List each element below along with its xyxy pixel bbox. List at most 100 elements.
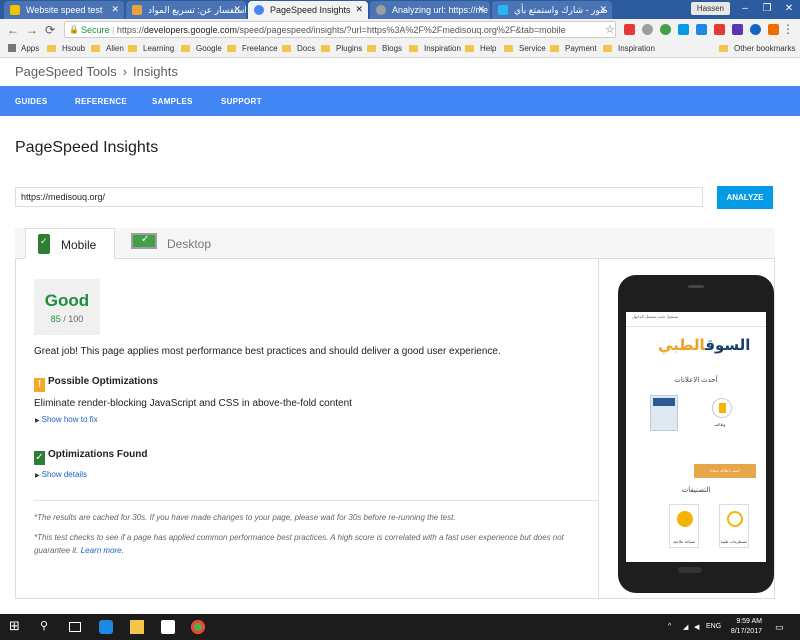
bookmark-star-icon[interactable]: ☆ [605,23,615,36]
tab-desktop[interactable]: Desktop [129,228,229,259]
tab-title: صور - شارك واستمتع بأي [514,5,608,15]
bookmark-other[interactable]: Other bookmarks [719,44,795,53]
browser-tab[interactable]: استفسار عن: تسريع المواد ✕ [126,1,246,19]
bookmark-label: Service [519,44,546,53]
bookmarks-bar: Apps Hsoub Alien Learning Google Freelan… [0,41,800,58]
panel-divider [598,259,599,599]
cache-note: *The results are cached for 30s. If you … [34,513,456,522]
close-window-icon[interactable]: ✕ [778,0,800,19]
nav-samples[interactable]: SAMPLES [152,97,193,106]
bookmark-folder[interactable]: Learning [128,44,174,53]
close-tab-icon[interactable]: ✕ [233,4,241,15]
window-controls: – ❐ ✕ [734,0,800,19]
extension-icon[interactable] [678,24,689,35]
browser-tab[interactable]: Analyzing url: https://me ✕ [370,1,490,19]
wifi-icon[interactable]: ◢ [683,623,688,631]
card-label: مستلزمات طبية [720,539,748,544]
maximize-icon[interactable]: ❐ [756,0,778,19]
search-icon[interactable]: ⚲ [40,619,54,633]
extension-icon[interactable] [732,24,743,35]
chrome-icon[interactable] [191,620,205,634]
browser-tab-active[interactable]: PageSpeed Insights ✕ [248,1,368,19]
bookmark-label: Other bookmarks [734,44,796,53]
folder-icon [128,45,137,52]
tab-title: Analyzing url: https://me [392,5,489,15]
bookmark-label: Freelance [242,44,278,53]
url-host: developers.google.com [143,25,237,35]
url-prefix: https:// [116,25,144,35]
store-icon[interactable] [161,620,175,634]
bookmark-folder[interactable]: Hsoub [47,44,85,53]
extension-icon[interactable] [624,24,635,35]
tray-caret-icon[interactable]: ^ [668,623,671,630]
extension-icon[interactable] [696,24,707,35]
show-details-link[interactable]: ▶ Show details [35,470,87,479]
nav-support[interactable]: SUPPORT [221,97,262,106]
folder-icon [282,45,291,52]
language-indicator[interactable]: ENG [706,623,721,630]
secure-label: Secure [81,25,110,35]
warning-icon: ! [34,378,45,392]
file-explorer-icon[interactable] [130,620,144,634]
tab-mobile[interactable]: Mobile [25,228,115,259]
bookmark-folder[interactable]: Help [465,44,496,53]
minimize-icon[interactable]: – [734,0,756,19]
bookmark-folder[interactable]: Blogs [367,44,402,53]
mobile-screenshot-preview: تسجيل جديد تسجيل الدخول السوقالطبي أحدث … [626,312,766,562]
preview-category-card: مستلزمات طبية [719,504,749,548]
edge-icon[interactable] [99,620,113,634]
forward-icon[interactable]: → [26,23,38,37]
breadcrumb-link[interactable]: PageSpeed Tools [15,64,117,79]
preview-latest-ads-heading: أحدث الاعلانات [674,377,718,384]
nav-reference[interactable]: REFERENCE [75,97,127,106]
preview-divider [626,326,766,327]
windows-start-icon[interactable]: ⊞ [9,618,23,633]
bookmark-folder[interactable]: Alien [91,44,124,53]
tab-title: PageSpeed Insights [270,5,351,15]
extension-icon[interactable] [768,24,779,35]
menu-icon[interactable]: ⋮ [782,22,794,36]
back-icon[interactable]: ← [7,23,19,37]
notifications-icon[interactable]: ▭ [775,622,784,633]
browser-tab[interactable]: صور - شارك واستمتع بأي ✕ [492,1,612,19]
tab-label: Mobile [61,238,97,252]
show-how-to-fix-link[interactable]: ▶ Show how to fix [35,415,98,424]
volume-icon[interactable]: ◀ [694,623,699,631]
address-bar[interactable]: 🔒 Secure | https://developers.google.com… [64,21,616,38]
close-tab-icon[interactable]: ✕ [111,4,119,15]
task-view-icon[interactable] [69,622,81,632]
bookmark-folder[interactable]: Freelance [227,44,278,53]
extension-icon[interactable] [750,24,761,35]
preview-ad-thumbnail [650,395,678,431]
close-tab-icon[interactable]: ✕ [599,4,607,15]
extension-icon[interactable] [714,24,725,35]
bookmark-folder[interactable]: Service [504,44,546,53]
clock-date[interactable]: 8/17/2017 [722,628,762,635]
bookmark-folder[interactable]: Payment [550,44,597,53]
bookmark-folder[interactable]: Google [181,44,222,53]
close-tab-icon[interactable]: ✕ [477,4,485,15]
medical-tourism-icon [677,511,693,527]
reload-icon[interactable]: ⟳ [45,23,55,37]
disclaimer-note: *This test checks to see if a page has a… [34,531,590,557]
nav-guides[interactable]: GUIDES [15,97,47,106]
bookmark-folder[interactable]: Inspiration [409,44,461,53]
bookmark-folder[interactable]: Plugins [321,44,362,53]
extension-icon[interactable] [660,24,671,35]
bookmark-folder[interactable]: Inspiration [603,44,655,53]
breadcrumb-current[interactable]: Insights [133,64,178,79]
profile-button[interactable]: Hassen [690,2,730,15]
url-input[interactable] [15,187,703,207]
windows-taskbar: ⊞ ⚲ ^ ◢ ◀ ENG 9:59 AM 8/17/2017 ▭ [0,614,800,640]
learn-more-link[interactable]: Learn more. [81,546,124,555]
browser-tab[interactable]: Website speed test ✕ [4,1,124,19]
bookmark-apps[interactable]: Apps [8,44,39,53]
folder-icon [550,45,559,52]
optimizations-found-heading: ✓ Optimizations Found [34,449,147,465]
analyze-button[interactable]: ANALYZE [717,186,773,209]
extension-icon[interactable] [642,24,653,35]
preview-cert-label: وظائف [714,422,726,427]
clock-time[interactable]: 9:59 AM [722,618,762,625]
bookmark-folder[interactable]: Docs [282,44,315,53]
close-tab-icon[interactable]: ✕ [355,4,363,15]
